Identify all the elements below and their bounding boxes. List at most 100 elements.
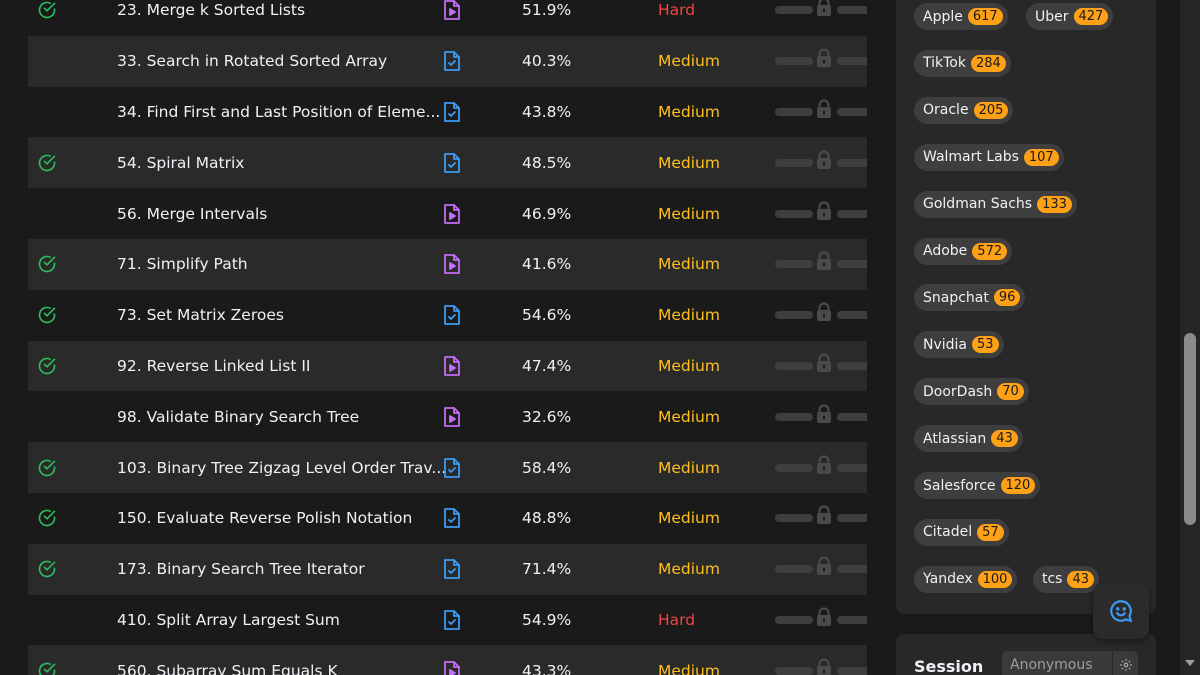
company-tag[interactable]: TikTok 284 (914, 49, 1011, 77)
company-count-badge: 57 (977, 523, 1004, 541)
article-solution-icon[interactable] (442, 609, 462, 631)
frequency-locked[interactable] (775, 199, 867, 229)
problem-title-link[interactable]: 173. Binary Search Tree Iterator (117, 560, 365, 578)
article-solution-icon[interactable] (442, 50, 462, 72)
chat-button[interactable] (1093, 583, 1149, 639)
problem-row[interactable]: 98. Validate Binary Search Tree 32.6% Medi… (28, 391, 867, 442)
company-tag[interactable]: tcs 43 (1033, 565, 1100, 593)
frequency-locked[interactable] (775, 402, 867, 432)
problem-row[interactable]: 73. Set Matrix Zeroes 54.6% Medium (28, 290, 867, 341)
frequency-locked[interactable] (775, 97, 867, 127)
problem-title-link[interactable]: 54. Spiral Matrix (117, 154, 244, 172)
company-tag[interactable]: Adobe 572 (914, 237, 1013, 265)
article-solution-icon[interactable] (442, 304, 462, 326)
problem-row[interactable]: 560. Subarray Sum Equals K 43.3% Medium (28, 645, 867, 675)
company-tag[interactable]: Uber 427 (1026, 3, 1114, 30)
frequency-locked[interactable] (775, 0, 867, 25)
frequency-bar (775, 666, 813, 675)
scrollbar-thumb[interactable] (1184, 333, 1196, 525)
problem-row[interactable]: 33. Search in Rotated Sorted Array 40.3% M… (28, 35, 867, 87)
article-solution-icon[interactable] (442, 507, 462, 529)
company-tag[interactable]: Snapchat 96 (914, 284, 1026, 312)
video-solution-icon[interactable] (442, 660, 462, 675)
video-solution-icon[interactable] (442, 0, 462, 21)
acceptance-rate: 32.6% (522, 407, 572, 426)
company-tag[interactable]: Yandex 100 (914, 565, 1018, 593)
company-name: Snapchat (923, 289, 989, 306)
frequency-locked[interactable] (775, 656, 867, 675)
video-solution-icon[interactable] (442, 203, 462, 225)
company-tag[interactable]: Nvidia 53 (914, 331, 1004, 359)
scrollbar[interactable] (1180, 0, 1200, 675)
company-tag[interactable]: Citadel 57 (914, 518, 1009, 546)
problem-title-link[interactable]: 150. Evaluate Reverse Polish Notation (117, 509, 412, 527)
problem-row[interactable]: 71. Simplify Path 41.6% Medium (28, 238, 867, 290)
article-solution-icon[interactable] (442, 101, 462, 123)
problem-row[interactable]: 23. Merge k Sorted Lists 51.9% Hard (28, 0, 867, 36)
company-count-badge: 133 (1037, 195, 1072, 213)
problem-row[interactable]: 54. Spiral Matrix 48.5% Medium (28, 137, 867, 189)
company-tag[interactable]: Oracle 205 (914, 96, 1014, 124)
company-count-badge: 70 (997, 383, 1024, 401)
company-tag[interactable]: Goldman Sachs 133 (914, 190, 1077, 218)
lock-icon (817, 200, 831, 220)
company-tag[interactable]: Walmart Labs 107 (914, 143, 1064, 171)
solved-check-icon (38, 510, 56, 527)
lock-icon (817, 556, 831, 576)
video-solution-icon[interactable] (442, 355, 462, 377)
frequency-locked[interactable] (775, 300, 867, 330)
problem-title-link[interactable]: 73. Set Matrix Zeroes (117, 306, 284, 324)
problem-title-link[interactable]: 56. Merge Intervals (117, 205, 267, 223)
solved-check-icon (38, 357, 56, 375)
frequency-bar (837, 666, 867, 675)
problem-row[interactable]: 103. Binary Tree Zigzag Level Order Trav… (28, 442, 867, 493)
article-solution-icon[interactable] (442, 558, 462, 580)
problem-row[interactable]: 56. Merge Intervals 46.9% Medium (28, 188, 867, 239)
frequency-locked[interactable] (775, 554, 867, 584)
problem-title-link[interactable]: 34. Find First and Last Position of Elem… (117, 103, 440, 121)
frequency-locked[interactable] (775, 453, 867, 483)
frequency-bar (775, 6, 813, 15)
video-solution-icon[interactable] (442, 253, 462, 275)
acceptance-rate: 48.8% (522, 509, 572, 528)
company-tag[interactable]: Salesforce 120 (914, 472, 1041, 499)
frequency-bar (775, 260, 813, 269)
article-solution-icon[interactable] (442, 152, 462, 174)
problem-row[interactable]: 34. Find First and Last Position of Elem… (28, 87, 867, 138)
acceptance-rate: 54.6% (522, 306, 572, 325)
frequency-bar (837, 6, 867, 15)
problem-title-link[interactable]: 410. Split Array Largest Sum (117, 611, 340, 629)
difficulty-label: Medium (658, 153, 720, 172)
problem-row[interactable]: 92. Reverse Linked List II 47.4% Medium (28, 340, 867, 392)
problem-row[interactable]: 150. Evaluate Reverse Polish Notation 48.… (28, 493, 867, 544)
problem-row[interactable]: 410. Split Array Largest Sum 54.9% Hard (28, 595, 867, 646)
frequency-locked[interactable] (775, 46, 867, 76)
problem-title-link[interactable]: 92. Reverse Linked List II (117, 357, 310, 375)
problem-title-link[interactable]: 560. Subarray Sum Equals K (117, 662, 338, 675)
frequency-locked[interactable] (775, 249, 867, 279)
lock-icon (817, 658, 831, 675)
session-select[interactable]: Anonymous (1002, 651, 1112, 675)
frequency-locked[interactable] (775, 605, 867, 635)
problem-title-link[interactable]: 103. Binary Tree Zigzag Level Order Trav… (117, 459, 446, 477)
difficulty-label: Medium (658, 204, 720, 223)
frequency-locked[interactable] (775, 148, 867, 178)
lock-icon (817, 302, 831, 322)
company-tag[interactable]: Apple 617 (914, 3, 1008, 30)
company-count-badge: 284 (970, 54, 1006, 72)
problem-title-link[interactable]: 33. Search in Rotated Sorted Array (117, 52, 387, 70)
acceptance-rate: 46.9% (522, 204, 572, 223)
session-settings-button[interactable] (1112, 651, 1138, 675)
problem-title-link[interactable]: 98. Validate Binary Search Tree (117, 408, 359, 426)
frequency-locked[interactable] (775, 351, 867, 381)
company-tag[interactable]: Atlassian 43 (914, 425, 1023, 453)
scroll-down-arrow[interactable] (1185, 660, 1195, 666)
problem-title-link[interactable]: 71. Simplify Path (117, 255, 248, 273)
article-solution-icon[interactable] (442, 457, 462, 479)
problem-title-link[interactable]: 23. Merge k Sorted Lists (117, 1, 305, 19)
problem-row[interactable]: 173. Binary Search Tree Iterator 71.4% Med… (28, 543, 867, 595)
company-name: Nvidia (923, 336, 968, 353)
video-solution-icon[interactable] (442, 406, 462, 428)
company-tag[interactable]: DoorDash 70 (914, 378, 1029, 406)
frequency-locked[interactable] (775, 503, 867, 533)
